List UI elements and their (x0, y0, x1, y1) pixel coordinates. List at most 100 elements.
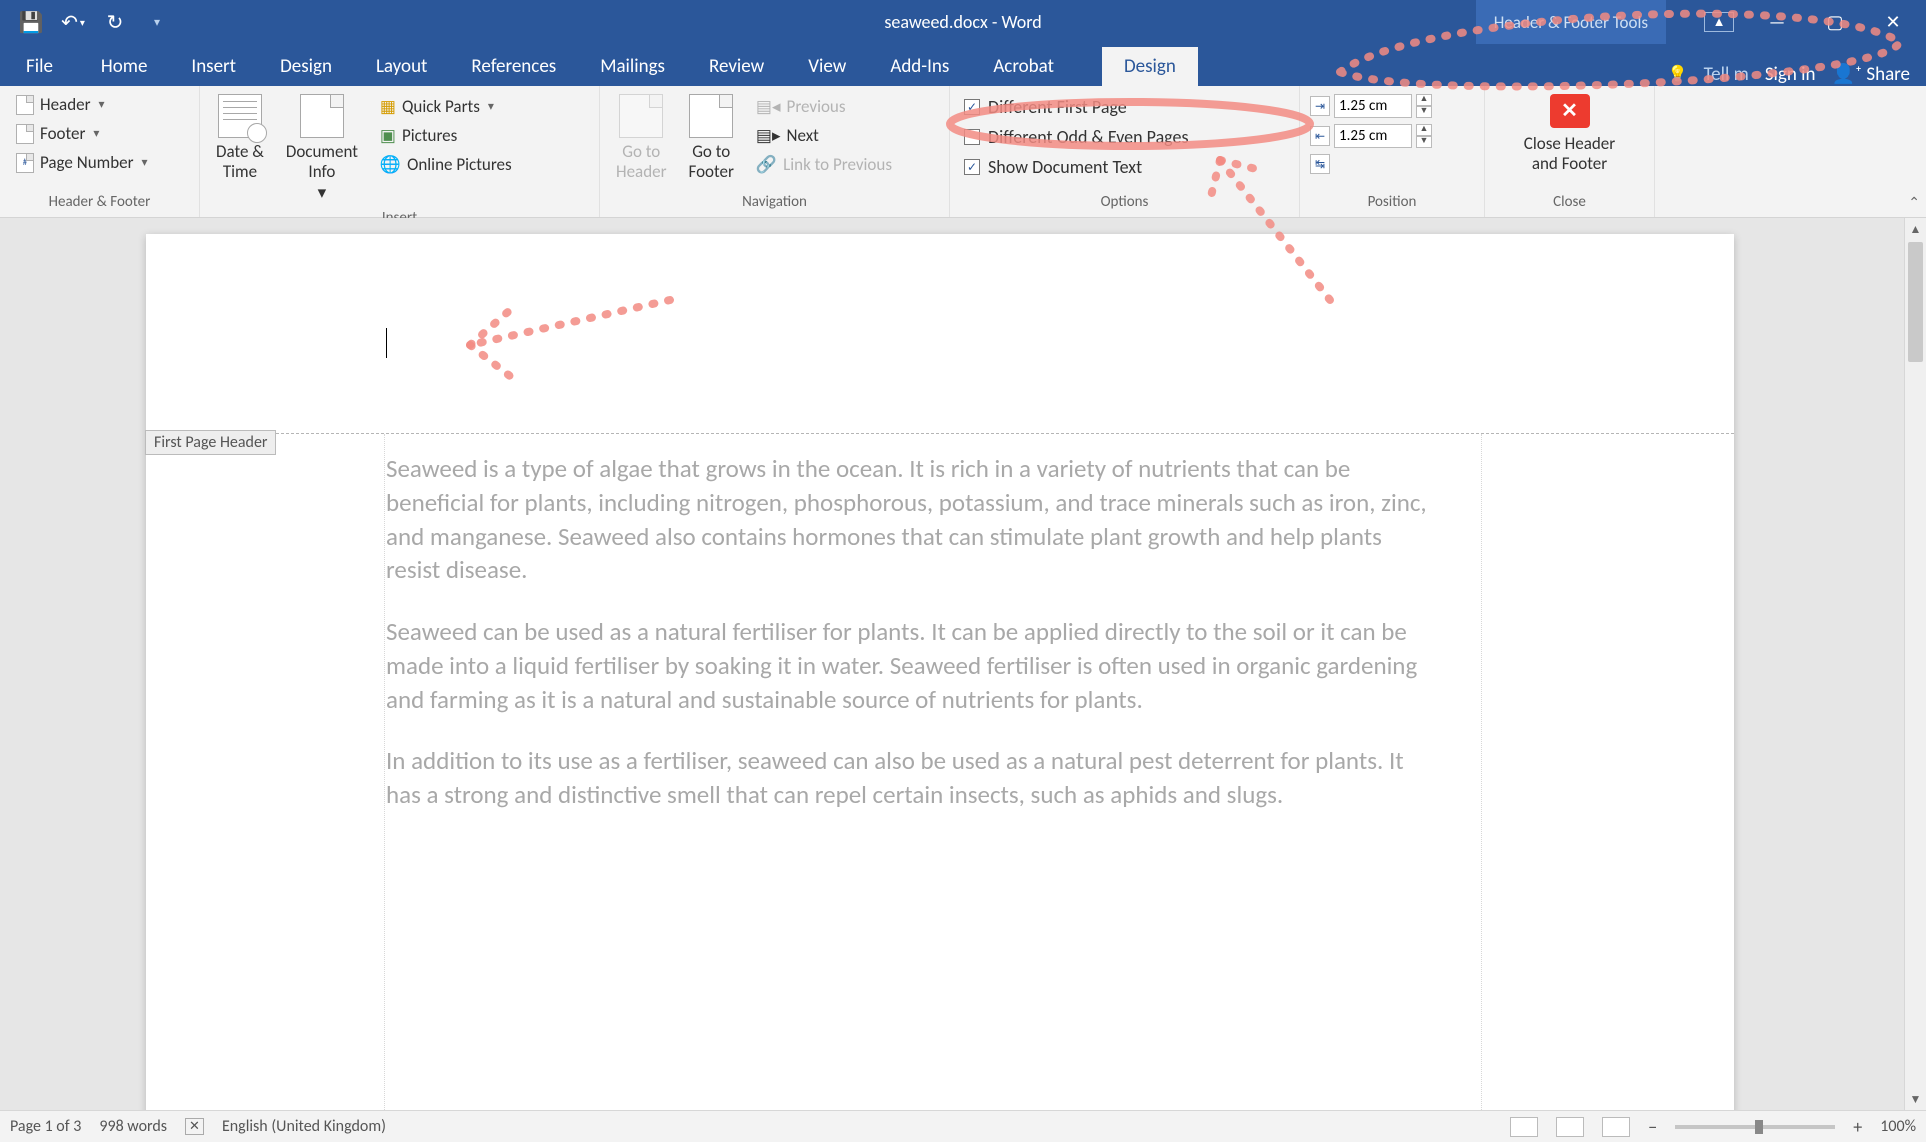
margin-guide (384, 434, 385, 1110)
tab-home[interactable]: Home (79, 47, 170, 86)
checkbox-checked-icon: ✓ (964, 159, 980, 175)
status-bar: Page 1 of 3 998 words ✕ English (United … (0, 1110, 1926, 1142)
scroll-down-icon[interactable]: ▼ (1905, 1088, 1926, 1110)
header-edit-area[interactable] (146, 234, 1734, 434)
page[interactable]: First Page Header Seaweed is a type of a… (146, 234, 1734, 1110)
goto-footer-button[interactable]: Go to Footer (683, 92, 740, 185)
tell-me-box[interactable]: Tell m (1704, 63, 1749, 86)
page-icon (16, 124, 34, 144)
tab-mailings[interactable]: Mailings (578, 47, 687, 86)
scroll-up-icon[interactable]: ▲ (1905, 218, 1926, 240)
lightbulb-icon: 💡 (1668, 64, 1688, 84)
footer-from-bottom-input[interactable] (1334, 124, 1412, 148)
close-header-footer-button[interactable]: ✕ Close Header and Footer (1495, 92, 1644, 177)
undo-icon[interactable]: ↶▾ (56, 7, 90, 37)
group-label: Header & Footer (10, 189, 189, 215)
tab-review[interactable]: Review (687, 47, 786, 86)
proofing-icon[interactable]: ✕ (185, 1118, 204, 1135)
group-label: Navigation (610, 189, 939, 215)
ribbon-tabs: File Home Insert Design Layout Reference… (0, 44, 1926, 86)
zoom-level[interactable]: 100% (1880, 1117, 1916, 1136)
header-from-top-input[interactable] (1334, 94, 1412, 118)
header-from-top-icon: ⇥ (1310, 96, 1330, 116)
show-document-text-checkbox[interactable]: ✓Show Document Text (960, 154, 1289, 180)
close-x-icon: ✕ (1550, 94, 1590, 128)
zoom-slider-knob[interactable] (1755, 1120, 1763, 1134)
tab-layout[interactable]: Layout (354, 47, 449, 86)
alignment-tab-icon: ↹ (1310, 154, 1330, 174)
group-label: Options (960, 189, 1289, 215)
text-cursor (386, 328, 387, 358)
date-time-button[interactable]: Date & Time (210, 92, 270, 185)
different-first-page-checkbox[interactable]: ✓Different First Page (960, 94, 1289, 120)
online-pictures-icon: 🌐 (380, 154, 401, 175)
word-count[interactable]: 998 words (99, 1117, 167, 1136)
group-position: ⇥ ▲▼ ⇤ ▲▼ ↹ Position (1300, 86, 1485, 217)
group-label: Close (1495, 189, 1644, 215)
document-info-button[interactable]: Document Info▾ (280, 92, 364, 205)
zoom-out-button[interactable]: − (1648, 1116, 1657, 1138)
share-icon: 👤⁺ (1831, 63, 1862, 86)
share-button[interactable]: 👤⁺ Share (1831, 62, 1910, 86)
footer-from-bottom-icon: ⇤ (1310, 126, 1330, 146)
qat-customize-icon[interactable]: ▾ (140, 7, 174, 37)
tab-view[interactable]: View (786, 47, 868, 86)
pictures-button[interactable]: ▣Pictures (374, 123, 518, 148)
link-icon: 🔗 (756, 154, 777, 175)
header-from-top-spinner[interactable]: ⇥ ▲▼ (1310, 94, 1474, 118)
page-number-dropdown[interactable]: #Page Number▾ (10, 150, 189, 175)
collapse-ribbon-icon[interactable]: ⌃ (1908, 194, 1920, 211)
page-number-icon: # (16, 153, 34, 173)
tab-addins[interactable]: Add-Ins (868, 47, 971, 86)
page-icon (16, 95, 34, 115)
tab-hf-design[interactable]: Design (1102, 47, 1198, 86)
print-layout-view-icon[interactable] (1556, 1117, 1584, 1137)
next-button[interactable]: ▤▸Next (750, 123, 898, 148)
web-layout-view-icon[interactable] (1602, 1117, 1630, 1137)
footer-dropdown[interactable]: Footer▾ (10, 121, 189, 146)
different-odd-even-checkbox[interactable]: Different Odd & Even Pages (960, 124, 1289, 150)
ribbon: Header▾ Footer▾ #Page Number▾ Header & F… (0, 86, 1926, 218)
group-navigation: Go to Header Go to Footer ▤◂Previous ▤▸N… (600, 86, 950, 217)
scroll-thumb[interactable] (1908, 242, 1923, 362)
group-insert: Date & Time Document Info▾ ▦Quick Parts▾… (200, 86, 600, 217)
link-to-previous-button[interactable]: 🔗Link to Previous (750, 152, 898, 177)
tab-file[interactable]: File (0, 47, 79, 86)
document-info-icon (300, 94, 344, 138)
goto-header-icon (619, 94, 663, 138)
save-icon[interactable]: 💾 (14, 7, 48, 37)
pictures-icon: ▣ (380, 125, 396, 146)
zoom-in-button[interactable]: + (1853, 1116, 1862, 1138)
quick-parts-dropdown[interactable]: ▦Quick Parts▾ (374, 94, 518, 119)
contextual-tab-label: Header & Footer Tools (1476, 0, 1666, 44)
page-indicator[interactable]: Page 1 of 3 (10, 1117, 81, 1136)
quick-parts-icon: ▦ (380, 96, 396, 117)
goto-header-button[interactable]: Go to Header (610, 92, 673, 185)
quick-access-toolbar: 💾 ↶▾ ↻ ▾ (0, 7, 174, 37)
tab-insert[interactable]: Insert (169, 47, 258, 86)
language-indicator[interactable]: English (United Kingdom) (222, 1117, 386, 1136)
group-close: ✕ Close Header and Footer Close (1485, 86, 1655, 217)
tab-design[interactable]: Design (258, 47, 354, 86)
ribbon-display-options-icon[interactable]: ▲ (1704, 12, 1734, 32)
maximize-button[interactable]: ▢ (1820, 11, 1850, 33)
footer-from-bottom-spinner[interactable]: ⇤ ▲▼ (1310, 124, 1474, 148)
zoom-slider[interactable] (1675, 1125, 1835, 1129)
vertical-scrollbar[interactable]: ▲ ▼ (1904, 218, 1926, 1110)
spin-down-icon[interactable]: ▼ (1416, 106, 1432, 118)
insert-alignment-tab-button[interactable]: ↹ (1310, 154, 1474, 174)
paragraph: In addition to its use as a fertiliser, … (386, 744, 1434, 812)
redo-icon[interactable]: ↻ (98, 7, 132, 37)
online-pictures-button[interactable]: 🌐Online Pictures (374, 152, 518, 177)
sign-in-link[interactable]: Sign in (1765, 63, 1816, 86)
close-window-button[interactable]: ✕ (1878, 11, 1908, 33)
header-dropdown[interactable]: Header▾ (10, 92, 189, 117)
tab-acrobat[interactable]: Acrobat (971, 47, 1076, 86)
tab-references[interactable]: References (449, 47, 578, 86)
goto-footer-icon (689, 94, 733, 138)
previous-button[interactable]: ▤◂Previous (750, 94, 898, 119)
spin-down-icon[interactable]: ▼ (1416, 136, 1432, 148)
read-mode-view-icon[interactable] (1510, 1117, 1538, 1137)
document-area: First Page Header Seaweed is a type of a… (0, 218, 1904, 1110)
minimize-button[interactable]: — (1762, 11, 1792, 33)
